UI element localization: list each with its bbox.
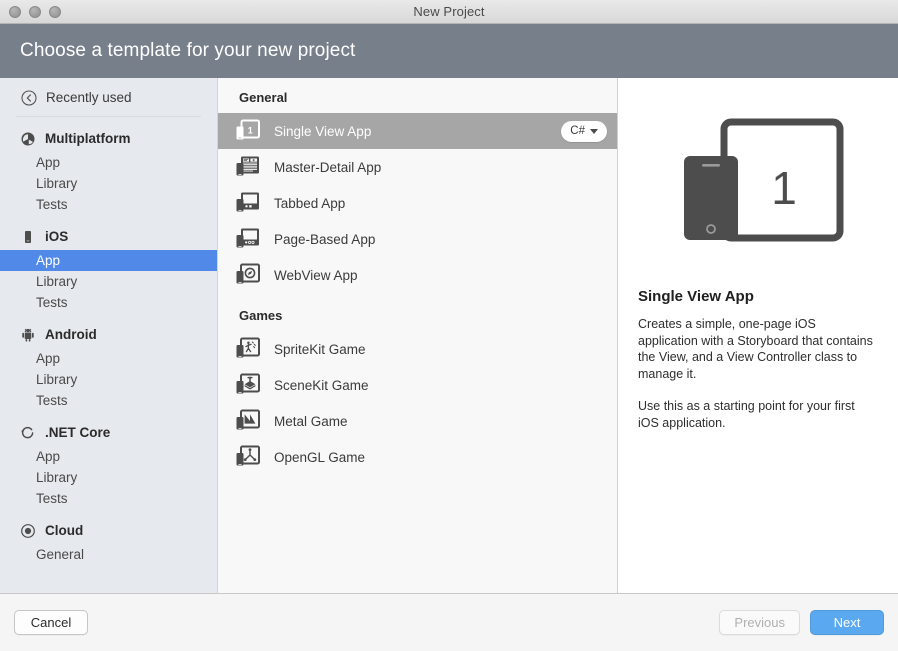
template-row-metal-game[interactable]: Metal Game [218,403,617,439]
phone-icon [19,228,36,245]
sidebar-item-ios-tests[interactable]: Tests [0,292,217,313]
sidebar-item-cloud-general[interactable]: General [0,544,217,565]
zoom-button[interactable] [49,6,61,18]
minimize-button[interactable] [29,6,41,18]
sidebar-group-ios: iOS App Library Tests [0,225,217,313]
section-title-general: General [218,85,617,113]
section-title-games: Games [218,293,617,331]
template-row-master-detail-app[interactable]: Master-Detail App [218,149,617,185]
dialog-body: Recently used Multiplatform App Li [0,78,898,594]
cancel-button[interactable]: Cancel [14,610,88,635]
template-row-single-view-app[interactable]: 1 Single View App C# [218,113,617,149]
template-row-webview-app[interactable]: WebView App [218,257,617,293]
traffic-light-group [9,0,61,23]
template-row-tabbed-app[interactable]: Tabbed App [218,185,617,221]
template-row-scenekit-game[interactable]: SceneKit Game [218,367,617,403]
sidebar-item-dotnet-tests[interactable]: Tests [0,488,217,509]
window-titlebar: New Project [0,0,898,24]
sidebar-group-label: Multiplatform [45,131,131,146]
sidebar-group-header-cloud[interactable]: Cloud [0,519,217,544]
back-circle-icon [20,89,37,106]
dotnet-icon [19,424,36,441]
detail-description-2: Use this as a starting point for your fi… [638,398,874,431]
sidebar-group-header-dotnet-core[interactable]: .NET Core [0,421,217,446]
sidebar-item-dotnet-library[interactable]: Library [0,467,217,488]
sidebar-item-recently-used[interactable]: Recently used [0,82,217,114]
cloud-target-icon [19,522,36,539]
sidebar-group-cloud: Cloud General [0,519,217,565]
sidebar-group-label: Cloud [45,523,83,538]
tablet-phone-tabbed-icon [234,189,262,217]
sidebar-item-ios-library[interactable]: Library [0,271,217,292]
language-dropdown[interactable]: C# [561,121,607,142]
template-label: SpriteKit Game [274,342,366,357]
sidebar-item-multiplatform-app[interactable]: App [0,152,217,173]
detail-description-1: Creates a simple, one-page iOS applicati… [638,316,874,382]
sidebar-group-label: .NET Core [45,425,110,440]
sidebar-group-multiplatform: Multiplatform App Library Tests [0,127,217,215]
template-label: SceneKit Game [274,378,369,393]
sidebar-group-label: Android [45,327,97,342]
sidebar-divider [16,116,201,117]
preview-number: 1 [771,162,797,214]
sidebar-group-header-android[interactable]: Android [0,323,217,348]
template-row-page-based-app[interactable]: Page-Based App [218,221,617,257]
template-list: General 1 Single View App C# [218,78,618,593]
template-label: Tabbed App [274,196,345,211]
sidebar-item-android-app[interactable]: App [0,348,217,369]
tablet-phone-webview-icon [234,261,262,289]
sidebar-item-android-tests[interactable]: Tests [0,390,217,411]
tablet-phone-one-preview: 1 [662,114,852,254]
previous-button[interactable]: Previous [719,610,800,635]
template-row-spritekit-game[interactable]: SpriteKit Game [218,331,617,367]
template-preview: 1 [638,104,876,264]
android-icon [19,326,36,343]
tablet-phone-metal-icon [234,407,262,435]
next-button[interactable]: Next [810,610,884,635]
sidebar-item-multiplatform-library[interactable]: Library [0,173,217,194]
tablet-phone-one-icon: 1 [234,117,262,145]
window-title: New Project [0,4,898,19]
sidebar-group-header-multiplatform[interactable]: Multiplatform [0,127,217,152]
close-button[interactable] [9,6,21,18]
sidebar-item-label: Recently used [46,90,132,105]
dialog-header: Choose a template for your new project [0,24,898,78]
template-label: OpenGL Game [274,450,365,465]
sidebar-item-multiplatform-tests[interactable]: Tests [0,194,217,215]
sidebar-group-header-ios[interactable]: iOS [0,225,217,250]
category-sidebar: Recently used Multiplatform App Li [0,78,218,593]
template-label: Metal Game [274,414,348,429]
svg-text:1: 1 [248,126,253,136]
template-detail-panel: 1 Single View App Creates a simple, one-… [618,78,898,593]
template-label: Master-Detail App [274,160,381,175]
template-label: Single View App [274,124,371,139]
page-title: Choose a template for your new project [20,40,355,62]
tablet-phone-opengl-icon [234,443,262,471]
sidebar-group-android: Android App Library Tests [0,323,217,411]
template-label: WebView App [274,268,358,283]
tablet-phone-master-detail-icon [234,153,262,181]
sidebar-item-android-library[interactable]: Library [0,369,217,390]
sidebar-group-dotnet-core: .NET Core App Library Tests [0,421,217,509]
language-dropdown-value: C# [570,125,585,137]
template-label: Page-Based App [274,232,375,247]
chevron-down-icon [590,129,598,134]
detail-title: Single View App [638,288,876,305]
tablet-phone-scenekit-icon [234,371,262,399]
tablet-phone-spritekit-icon [234,335,262,363]
footer-right-buttons: Previous Next [719,610,884,635]
sidebar-group-label: iOS [45,229,68,244]
template-row-opengl-game[interactable]: OpenGL Game [218,439,617,475]
tablet-phone-page-based-icon [234,225,262,253]
dialog-footer: Cancel Previous Next [0,594,898,651]
new-project-window: New Project Choose a template for your n… [0,0,898,651]
sidebar-item-dotnet-app[interactable]: App [0,446,217,467]
multiplatform-icon [19,130,36,147]
sidebar-item-ios-app[interactable]: App [0,250,217,271]
